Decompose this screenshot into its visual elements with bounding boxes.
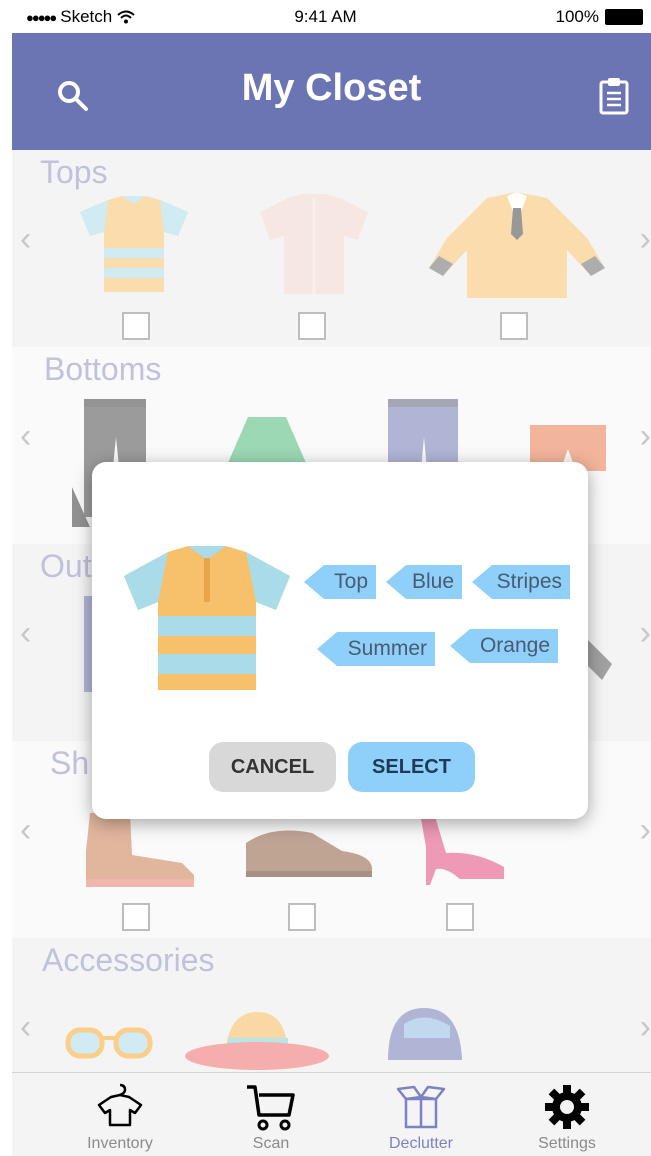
- battery-percent: 100%: [555, 7, 599, 26]
- clipboard-icon[interactable]: [599, 77, 629, 115]
- tab-label-declutter: Declutter: [388, 1135, 454, 1152]
- navbar: My Closet: [12, 33, 651, 150]
- cancel-button[interactable]: CANCEL: [209, 742, 336, 792]
- status-bar: ●●●●● Sketch 9:41 AM 100%: [0, 0, 651, 33]
- tab-label-settings: Settings: [538, 1135, 596, 1152]
- status-time: 9:41 AM: [294, 7, 357, 26]
- tab-label-inventory: Inventory: [87, 1135, 153, 1152]
- tab-settings[interactable]: Settings: [492, 1073, 642, 1156]
- box-icon: [396, 1085, 446, 1129]
- status-right: 100%: [556, 7, 643, 27]
- tab-declutter[interactable]: Declutter: [346, 1073, 496, 1156]
- tag-orange[interactable]: Orange: [450, 629, 558, 663]
- tag-summer[interactable]: Summer: [317, 632, 435, 666]
- polo-shirt-preview-image: [124, 546, 290, 690]
- tab-label-scan: Scan: [252, 1135, 290, 1152]
- battery-icon: [605, 9, 643, 25]
- tab-bar: Inventory Scan Declutter Settings: [12, 1072, 651, 1156]
- tab-inventory[interactable]: Inventory: [45, 1073, 195, 1156]
- page-title: My Closet: [241, 67, 422, 109]
- cart-icon: [247, 1085, 295, 1131]
- tab-scan[interactable]: Scan: [196, 1073, 346, 1156]
- shirt-hanger-icon: [97, 1083, 143, 1127]
- tag-blue[interactable]: Blue: [386, 565, 462, 599]
- select-button[interactable]: SELECT: [348, 742, 475, 792]
- gear-icon: [545, 1085, 589, 1129]
- tag-top[interactable]: Top: [304, 565, 376, 599]
- item-detail-modal: Top Blue Stripes Summer Orange CANCEL SE…: [92, 462, 588, 819]
- tag-stripes[interactable]: Stripes: [472, 565, 570, 599]
